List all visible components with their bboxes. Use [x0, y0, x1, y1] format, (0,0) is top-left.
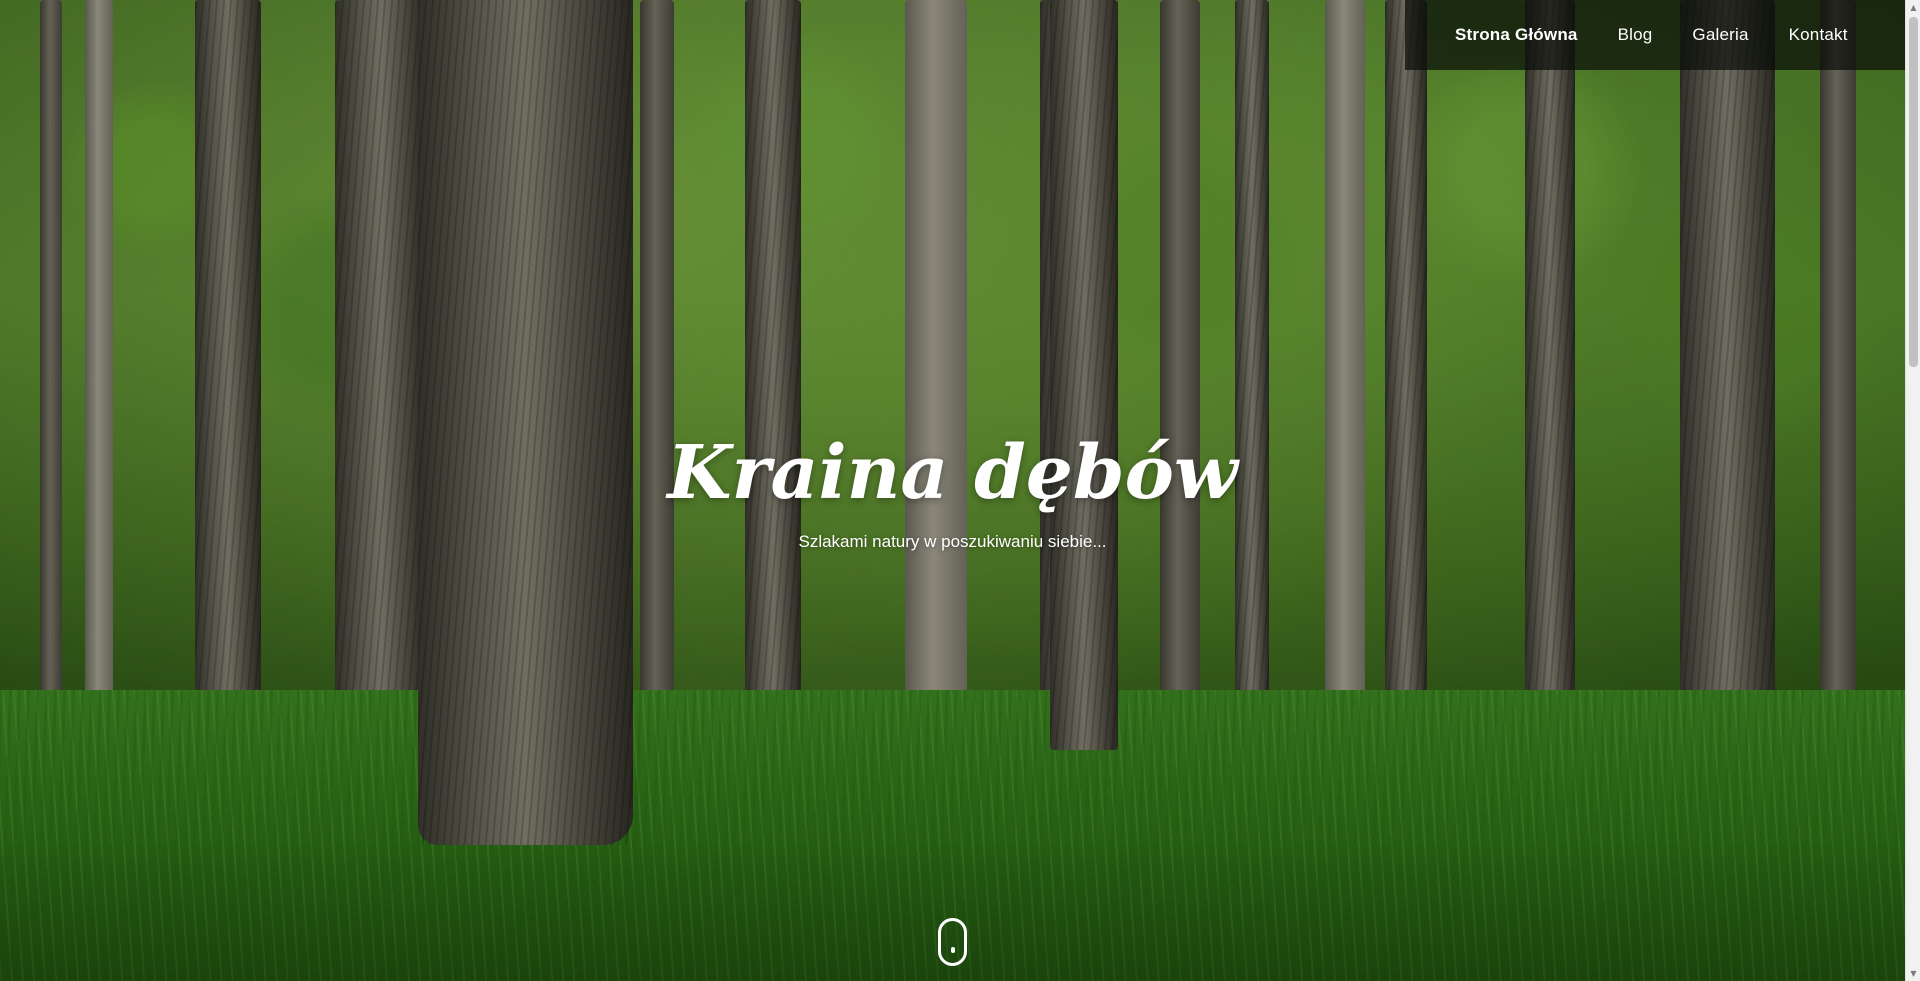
hero-section: Strona Główna Blog Galeria Kontakt Krain… [0, 0, 1905, 981]
page-scrollbar[interactable]: ▲ ▼ [1905, 0, 1920, 981]
scroll-down-arrow-icon[interactable]: ▼ [1906, 966, 1920, 981]
nav-item-gallery[interactable]: Galeria [1692, 25, 1748, 45]
scrollbar-thumb[interactable] [1909, 17, 1918, 367]
main-navigation: Strona Główna Blog Galeria Kontakt [1405, 0, 1905, 70]
nav-item-blog[interactable]: Blog [1618, 25, 1653, 45]
nav-item-home[interactable]: Strona Główna [1455, 25, 1578, 45]
nav-item-contact[interactable]: Kontakt [1789, 25, 1848, 45]
page-title: Kraina dębów [667, 430, 1238, 516]
mouse-wheel-dot [951, 947, 955, 953]
scroll-up-arrow-icon[interactable]: ▲ [1906, 0, 1920, 15]
mouse-scroll-icon[interactable] [938, 918, 967, 966]
page-subtitle: Szlakami natury w poszukiwaniu siebie... [798, 532, 1107, 551]
